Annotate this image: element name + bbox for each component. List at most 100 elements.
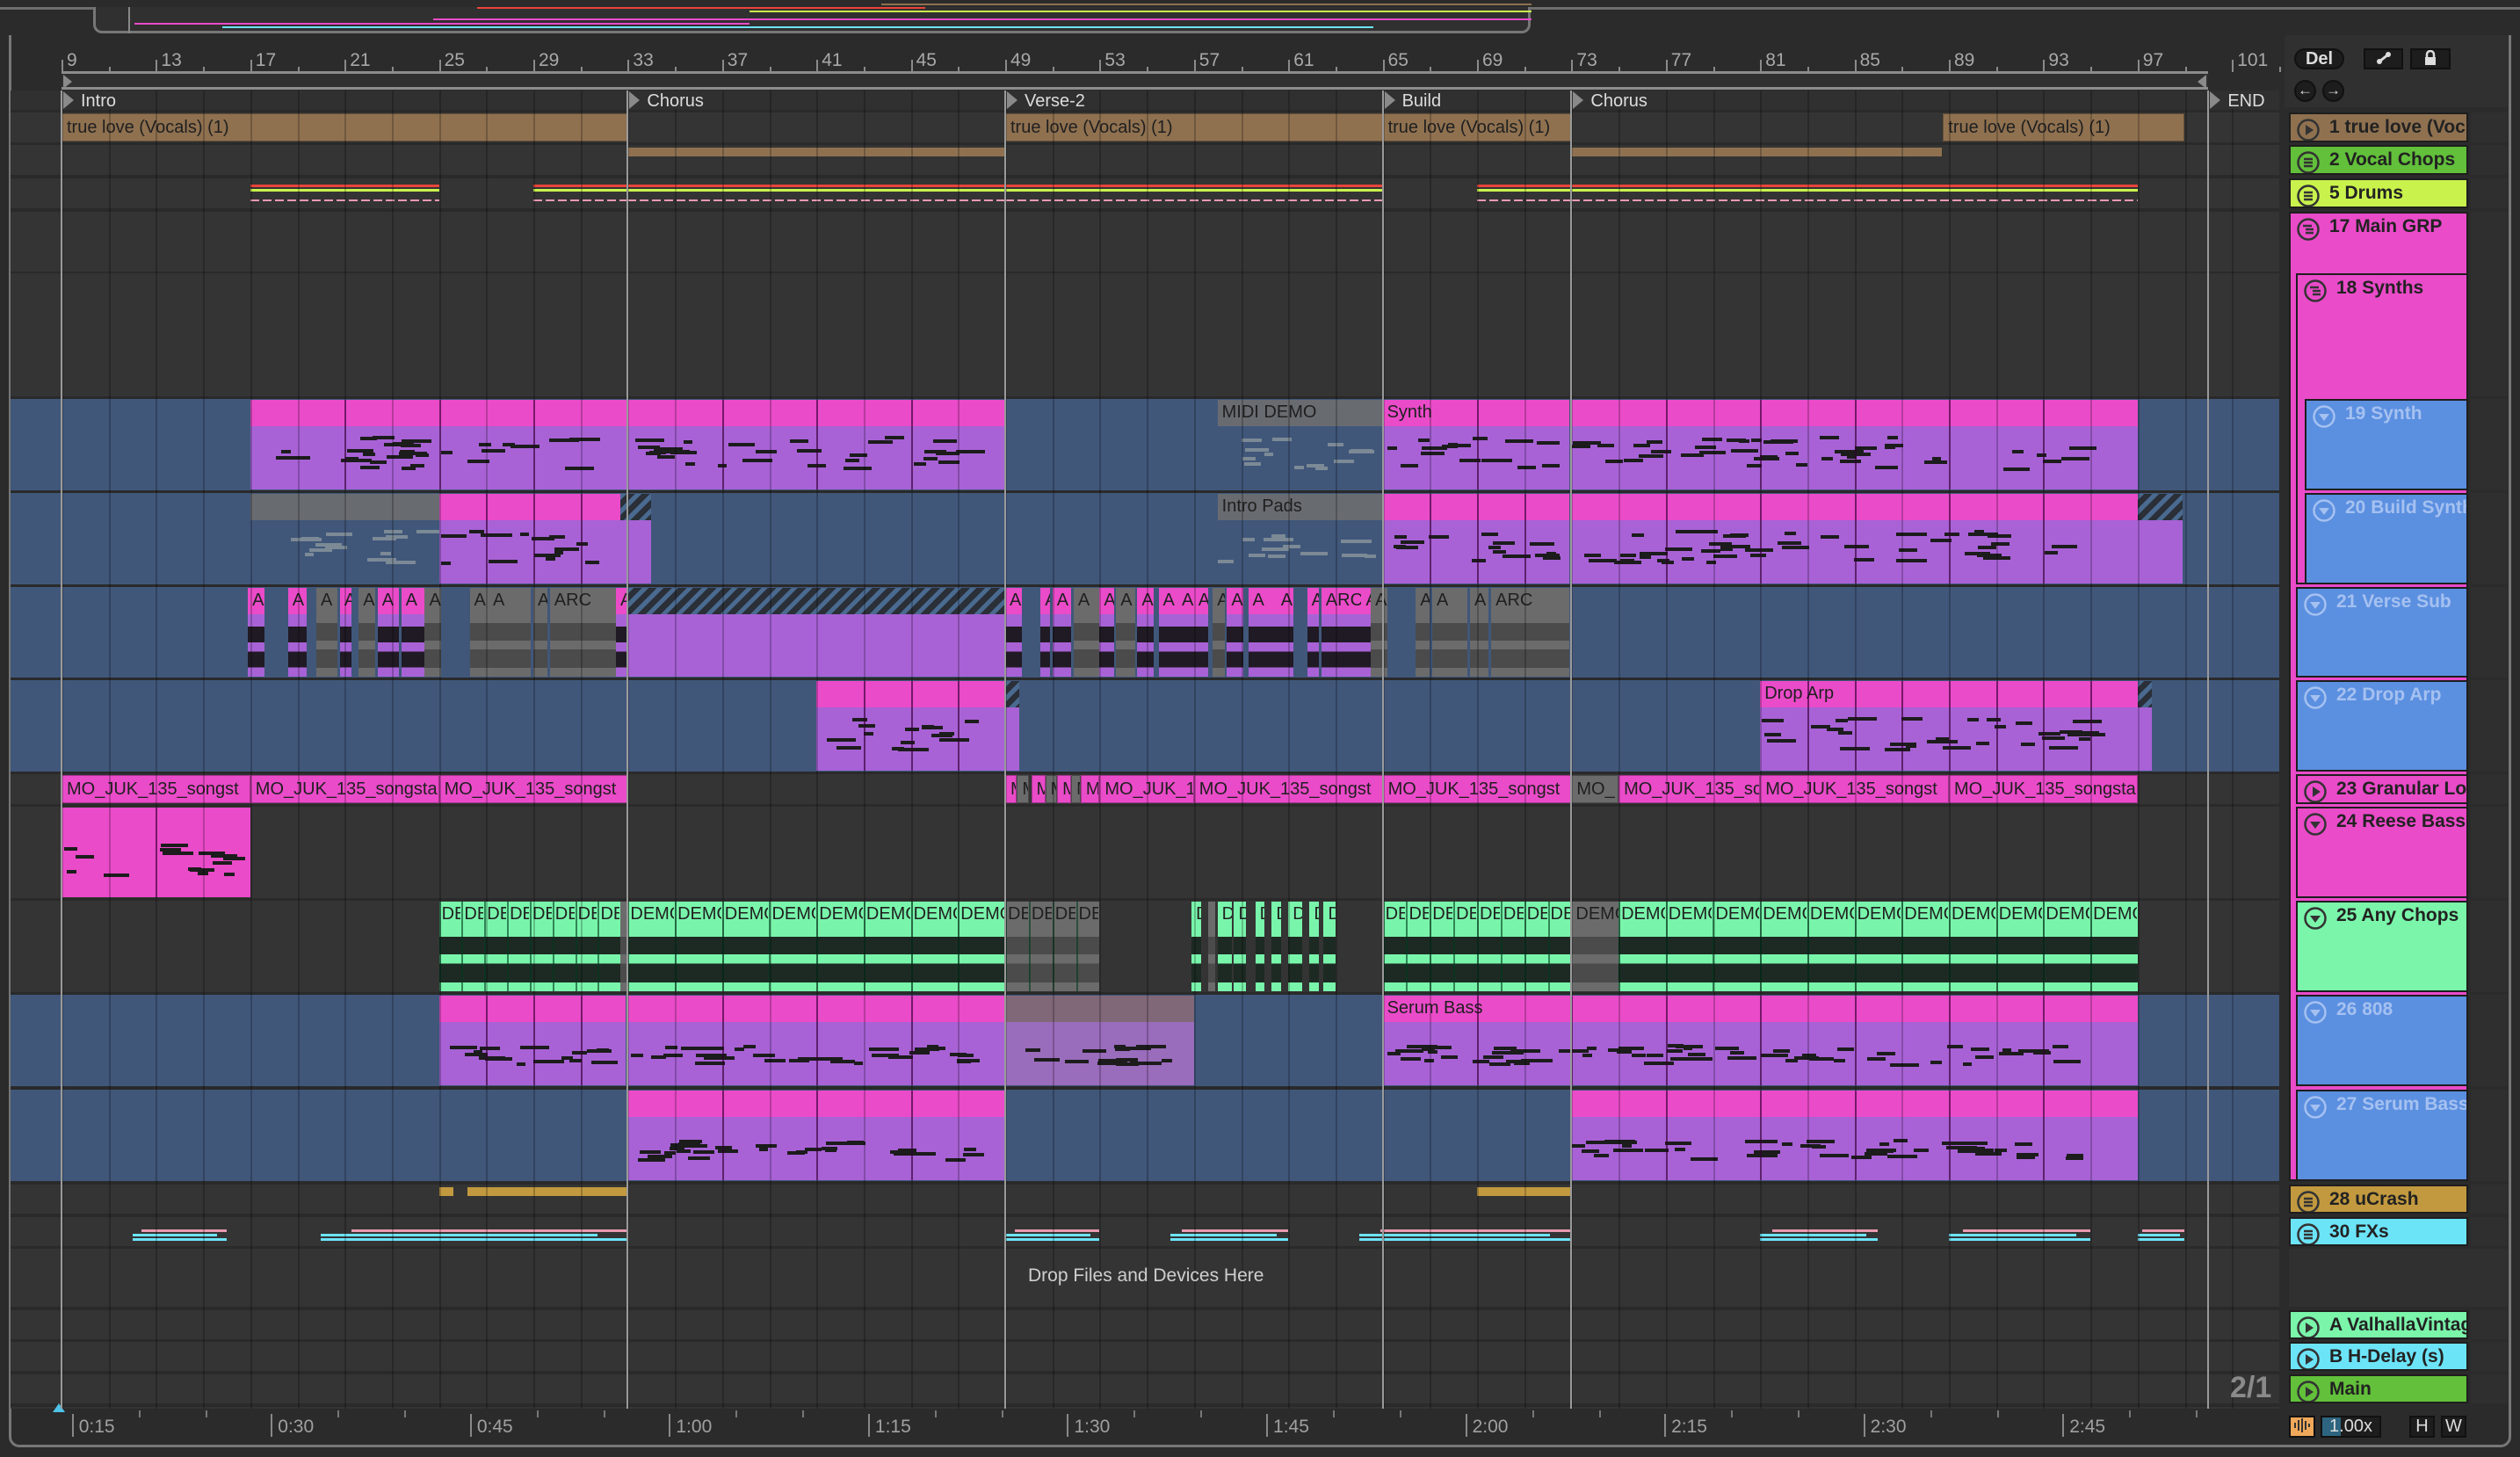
optimize-height-button[interactable]: H [2409,1416,2435,1438]
clip[interactable]: D [1191,902,1201,991]
track-lane[interactable]: Drop Arp [11,680,2279,772]
clip[interactable] [1005,681,1020,771]
clip[interactable]: A [1361,588,1372,677]
loop-brace[interactable] [62,71,2209,90]
clip[interactable] [438,494,621,584]
track-header[interactable]: 25 Any Chops [2296,901,2468,992]
clip[interactable]: ARC [1491,588,1569,677]
play-circle-icon[interactable] [2296,1347,2321,1371]
fx-clip-overview[interactable] [1949,1229,2091,1242]
track-lane[interactable]: Serum Bass [11,995,2279,1086]
track-header[interactable]: 23 Granular Loo [2296,774,2468,804]
track-header[interactable]: B H-Delay (s) [2289,1342,2468,1371]
locator-end[interactable]: END [2208,91,2265,111]
fx-clip-overview[interactable] [1358,1229,1572,1242]
clip[interactable]: A [1137,588,1155,677]
lock-envelopes-button[interactable] [2410,48,2451,69]
track-header[interactable]: 30 FXs [2289,1217,2468,1246]
locator-verse-2[interactable]: Verse-2 [1005,91,1085,111]
clip[interactable]: A [1040,588,1050,677]
clip[interactable]: A [1213,588,1225,677]
track-lane[interactable] [11,178,2279,208]
loop-start-icon[interactable] [63,75,72,89]
playhead-marker-icon[interactable] [53,1403,65,1412]
clip[interactable]: MO_JUK_135_sc [1618,775,1761,803]
locator-triangle-icon[interactable] [2210,91,2221,109]
fold-triangle-icon[interactable] [2303,685,2328,710]
clip[interactable] [1207,902,1215,991]
track-header[interactable]: 1 true love (Voc [2289,112,2468,142]
locator-triangle-icon[interactable] [629,91,641,109]
track-header[interactable]: 5 Drums [2289,178,2468,208]
locator-triangle-icon[interactable] [1007,91,1017,109]
clip[interactable]: A [488,588,532,677]
fold-triangle-icon[interactable] [2303,906,2328,931]
clip[interactable]: D [1288,902,1303,991]
clip[interactable]: M [1017,775,1029,803]
clip[interactable]: D [1255,902,1265,991]
track-header[interactable]: 21 Verse Sub [2296,587,2468,678]
locator-chorus[interactable]: Chorus [1571,91,1647,111]
clip-strip[interactable] [1571,148,1942,156]
next-locator-button[interactable]: → [2322,80,2344,102]
automation-draw-button[interactable] [2364,48,2403,69]
fold-triangle-icon[interactable] [2303,1000,2328,1025]
play-circle-icon[interactable] [2296,1316,2321,1339]
clip[interactable]: A [533,588,548,677]
track-lane[interactable] [11,212,2279,272]
fx-clip-overview[interactable] [132,1229,227,1242]
group-circle-icon[interactable] [2296,217,2321,242]
track-header[interactable]: 18 Synths [2296,273,2468,308]
fold-triangle-icon[interactable] [2303,1095,2328,1120]
list-circle-icon[interactable] [2296,1222,2321,1246]
clip[interactable]: D [1323,902,1336,991]
list-circle-icon[interactable] [2296,1190,2321,1214]
clip[interactable]: D [1217,902,1232,991]
track-lane[interactable]: MIDI DEMO Synth [11,399,2279,490]
clip[interactable]: MO [1057,775,1072,803]
clip[interactable] [438,996,626,1085]
clip[interactable]: A [401,588,425,677]
clip[interactable]: MO [1031,775,1046,803]
overview-visible-range[interactable] [128,7,1531,33]
clip[interactable]: ARC [549,588,616,677]
track-lane[interactable] [11,1342,2279,1371]
clip[interactable] [2137,494,2183,584]
clip[interactable]: ARC [1321,588,1362,677]
clip[interactable]: A [1193,588,1208,677]
clip[interactable]: Synth [1382,400,1569,489]
clip[interactable]: A [1073,588,1100,677]
locator-build[interactable]: Build [1382,91,1442,111]
clip[interactable]: A [377,588,399,677]
play-circle-icon[interactable] [2296,1380,2321,1403]
clip[interactable]: M [1045,775,1058,803]
track-header[interactable]: 26 808 [2296,995,2468,1086]
clip[interactable] [620,494,652,584]
track-header[interactable]: 2 Vocal Chops [2289,145,2468,175]
fold-triangle-icon[interactable] [2312,498,2336,523]
play-circle-icon[interactable] [2296,118,2321,142]
track-lane[interactable] [11,145,2279,175]
track-lane[interactable]: DEDEDEDEDEDEDEDEDEMODEMODEMODEMODEMODEMO… [11,901,2279,992]
clip[interactable]: A [1005,588,1022,677]
track-header[interactable]: 20 Build Synth [2305,493,2468,584]
clip[interactable]: M [1005,775,1017,803]
clip[interactable]: D [1309,902,1320,991]
clip[interactable]: DEMO [1571,902,1619,991]
clip[interactable]: A [1099,588,1114,677]
fold-triangle-icon[interactable] [2312,404,2336,429]
clip[interactable]: MO_ [1571,775,1619,803]
fold-triangle-icon[interactable] [2303,592,2328,617]
clip-strip[interactable] [438,1187,453,1196]
clip[interactable]: A [358,588,376,677]
track-lane[interactable] [11,1090,2279,1181]
clip[interactable]: D [1271,902,1282,991]
track-header[interactable]: 24 Reese Bass [2296,807,2468,898]
clip[interactable]: DEMODEMODEMODEMODEMODEMODEMODEMODEMODEMO… [1618,902,2138,991]
clip[interactable]: A [1276,588,1293,677]
locator-chorus[interactable]: Chorus [627,91,704,111]
fx-clip-overview[interactable] [1169,1229,1289,1242]
clip[interactable]: D [1234,902,1246,991]
previous-locator-button[interactable]: ← [2294,80,2316,102]
track-lane[interactable] [11,807,2279,898]
